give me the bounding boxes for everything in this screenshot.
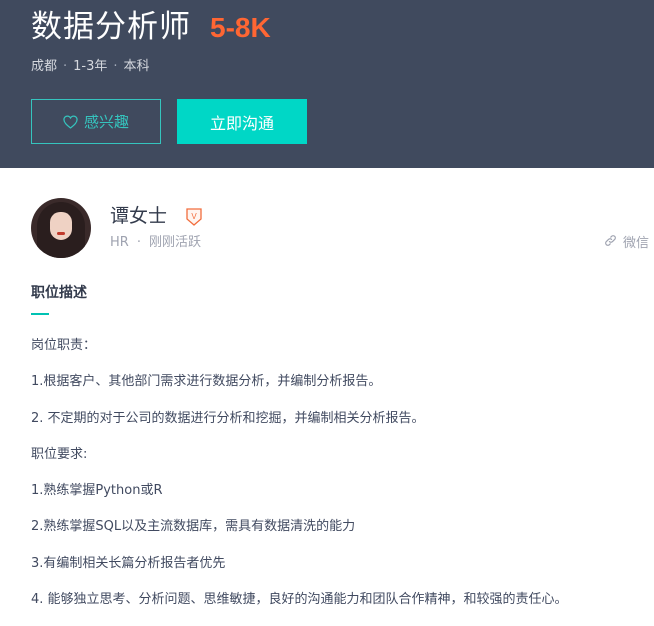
svg-text:V: V [191,212,197,221]
job-meta: 成都 · 1-3年 · 本科 [31,58,150,76]
job-experience: 1-3年 [73,59,108,74]
job-salary: 5-8K [210,12,271,43]
interest-button[interactable]: 感兴趣 [31,99,161,144]
share-wechat-link[interactable]: 微信 [604,234,649,253]
chat-now-button[interactable]: 立即沟通 [177,99,307,144]
description-line: 1.根据客户、其他部门需求进行数据分析，并编制分析报告。 [31,374,382,390]
heart-outline-icon [63,114,78,129]
recruiter-status: 刚刚活跃 [148,235,201,250]
meta-separator: · [113,59,118,74]
description-line: 岗位职责： [31,338,97,353]
meta-separator: · [63,59,68,74]
recruiter-role: HR [110,235,129,250]
job-header: 数据分析师 5-8K 成都 · 1-3年 · 本科 感兴趣 立即沟通 [0,0,654,168]
meta-separator: · [136,235,141,250]
link-icon [604,234,617,253]
description-line: 2.熟练掌握SQL以及主流数据库，需具有数据清洗的能力 [31,519,356,535]
description-line: 2. 不定期的对于公司的数据进行分析和挖掘，并编制相关分析报告。 [31,410,425,426]
description-line: 1.熟练掌握Python或R [31,483,163,499]
share-label: 微信 [623,235,650,251]
section-underline [31,313,49,315]
job-education: 本科 [123,59,150,74]
section-title: 职位描述 [31,285,87,301]
job-title: 数据分析师 [31,9,191,45]
description-line: 3.有编制相关长篇分析报告者优先 [31,555,226,571]
job-description: 岗位职责： 1.根据客户、其他部门需求进行数据分析，并编制分析报告。 2. 不定… [31,336,641,626]
recruiter-meta: HR · 刚刚活跃 [110,234,201,252]
interest-label: 感兴趣 [83,113,129,131]
description-line: 4. 能够独立思考、分析问题、思维敏捷，良好的沟通能力和团队合作精神，和较强的责… [31,592,568,608]
job-city: 成都 [31,59,58,74]
verified-badge-icon: V [186,208,202,226]
recruiter-name: 谭女士 [110,205,168,227]
description-line: 职位要求: [31,446,88,462]
recruiter-avatar [31,198,91,258]
